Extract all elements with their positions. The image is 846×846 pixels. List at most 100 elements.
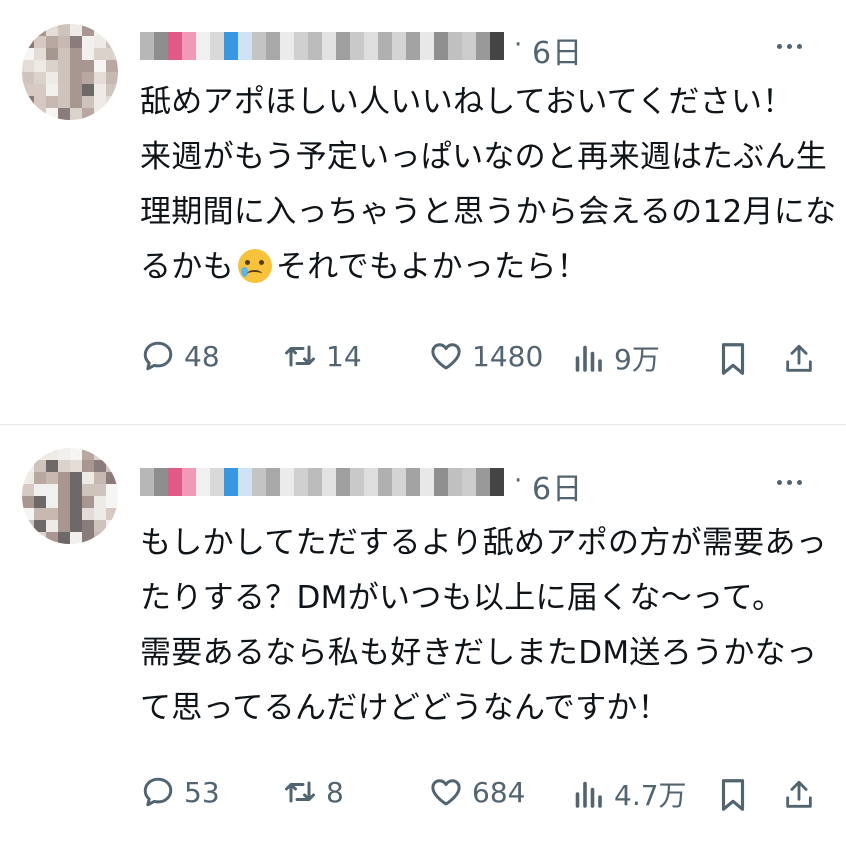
name-blur-block: [210, 32, 224, 60]
reply-count: 48: [184, 339, 220, 373]
heart-icon: [431, 343, 461, 370]
avatar-pixel: [22, 448, 34, 460]
name-blur-block: [336, 468, 350, 496]
views-button[interactable]: 4.7万: [570, 774, 687, 814]
retweet-button[interactable]: 8: [282, 774, 344, 810]
avatar-pixel: [82, 72, 94, 84]
avatar-pixel: [46, 24, 58, 36]
blurred-username[interactable]: [140, 32, 504, 60]
avatar-pixel: [34, 460, 46, 472]
name-blur-block: [196, 468, 210, 496]
retweet-icon: [285, 781, 315, 803]
avatar-pixel: [82, 60, 94, 72]
name-blur-block: [154, 32, 168, 60]
avatar-pixel: [58, 508, 70, 520]
retweet-button[interactable]: 14: [282, 338, 362, 374]
like-button[interactable]: 1480: [428, 338, 543, 374]
name-blur-block: [378, 468, 392, 496]
more-icon[interactable]: [777, 44, 802, 49]
avatar-pixel: [58, 496, 70, 508]
views-count: 9万: [614, 343, 660, 376]
avatar-pixel: [22, 520, 34, 532]
separator: ·: [514, 466, 523, 496]
face-holding-back-tears-icon: [237, 249, 272, 283]
tweet[interactable]: · 6日 舐めアポほしい人いいねしておいてください！ 来週がもう予定いっぱいなの…: [0, 0, 846, 425]
retweet-count: 14: [326, 339, 362, 373]
avatar-pixel: [106, 496, 118, 508]
avatar-pixel: [106, 96, 118, 108]
avatar-pixel: [46, 60, 58, 72]
avatar-pixel: [94, 508, 106, 520]
name-blur-block: [462, 32, 476, 60]
share-button[interactable]: [782, 776, 816, 818]
avatar-pixel: [34, 24, 46, 36]
views-icon: [575, 781, 602, 808]
avatar-pixel: [106, 36, 118, 48]
avatar-pixel: [70, 24, 82, 36]
name-blur-block: [238, 32, 252, 60]
avatar-pixel: [94, 108, 106, 120]
name-blur-block: [462, 468, 476, 496]
avatar[interactable]: [22, 448, 118, 544]
blurred-username[interactable]: [140, 468, 504, 496]
avatar-pixel: [34, 108, 46, 120]
name-blur-block: [182, 468, 196, 496]
avatar-pixel: [106, 48, 118, 60]
reply-button[interactable]: 48: [140, 338, 220, 374]
avatar-pixel: [46, 532, 58, 544]
avatar-pixel: [46, 496, 58, 508]
timestamp[interactable]: 6日: [532, 464, 583, 508]
name-blur-block: [252, 468, 266, 496]
avatar-pixel: [34, 84, 46, 96]
avatar-pixel: [58, 448, 70, 460]
avatar-pixel: [70, 108, 82, 120]
name-blur-block: [168, 468, 182, 496]
retweet-count: 8: [326, 775, 344, 809]
retweet-icon: [285, 345, 315, 367]
name-blur-block: [476, 468, 490, 496]
like-button[interactable]: 684: [428, 774, 525, 810]
name-blur-block: [266, 32, 280, 60]
avatar-pixel: [82, 484, 94, 496]
avatar-pixel: [46, 520, 58, 532]
avatar-pixel: [106, 84, 118, 96]
name-blur-block: [224, 468, 238, 496]
avatar[interactable]: [22, 24, 118, 120]
bookmark-button[interactable]: [716, 340, 750, 382]
timestamp[interactable]: 6日: [532, 28, 583, 72]
name-blur-block: [490, 32, 504, 60]
avatar-pixel: [34, 472, 46, 484]
avatar-pixel: [82, 520, 94, 532]
name-blur-block: [280, 32, 294, 60]
avatar-pixel: [106, 508, 118, 520]
name-blur-block: [238, 468, 252, 496]
avatar-pixel: [46, 84, 58, 96]
name-blur-block: [420, 468, 434, 496]
share-button[interactable]: [782, 340, 816, 382]
tweet[interactable]: · 6日 もしかしてただするより舐めアポの方が需要あっ たりする？DMがいつも以…: [0, 426, 846, 846]
avatar-pixel: [46, 36, 58, 48]
tweet-line: 理期間に入っちゃうと思うから会えるの12月にな: [140, 194, 837, 230]
tweet-text-segment: それでもよかったら！: [275, 249, 588, 285]
name-blur-block: [140, 32, 154, 60]
avatar-pixel: [94, 36, 106, 48]
more-icon[interactable]: [777, 480, 802, 485]
avatar-pixel: [34, 48, 46, 60]
avatar-pixel: [22, 24, 34, 36]
bookmark-button[interactable]: [716, 776, 750, 818]
avatar-pixel: [34, 96, 46, 108]
name-blur-block: [322, 32, 336, 60]
like-count: 1480: [472, 339, 544, 373]
reply-button[interactable]: 53: [140, 774, 220, 810]
avatar-pixel: [34, 484, 46, 496]
name-blur-block: [308, 32, 322, 60]
share-icon: [786, 780, 812, 808]
avatar-pixel: [58, 36, 70, 48]
views-button[interactable]: 9万: [570, 338, 660, 378]
name-blur-block: [434, 468, 448, 496]
avatar-pixel: [82, 108, 94, 120]
avatar-pixel: [94, 48, 106, 60]
avatar-pixel: [58, 24, 70, 36]
avatar-pixel: [82, 460, 94, 472]
views-icon: [575, 345, 602, 372]
